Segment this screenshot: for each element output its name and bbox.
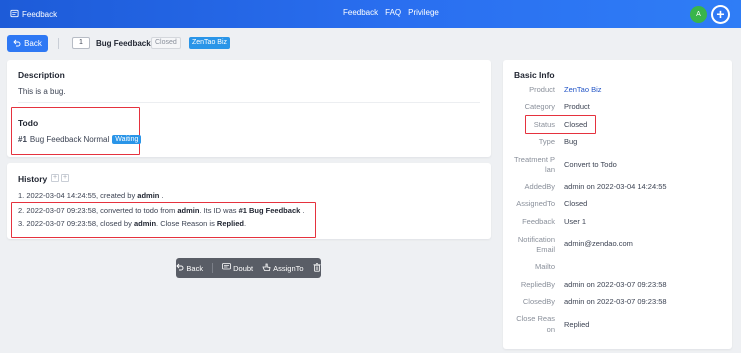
history-extra: Replied (216, 219, 245, 228)
action-back-button[interactable]: Back (176, 263, 203, 273)
history-text: 2022-03-04 14:24:55, created by (26, 191, 136, 200)
info-label: Mailto (534, 262, 555, 271)
info-label: Notification (517, 235, 555, 244)
nav-faq[interactable]: FAQ (385, 8, 401, 20)
info-value: Replied (564, 320, 590, 329)
feedback-icon (10, 9, 19, 20)
history-actor: admin (133, 219, 157, 228)
todo-item[interactable]: #1 Bug Feedback Normal Waiting (18, 135, 142, 144)
info-value: Closed (564, 199, 588, 208)
assign-to-button[interactable]: AssignTo (262, 263, 304, 273)
brand-label: Feedback (22, 9, 58, 19)
info-label: RepliedBy (520, 280, 555, 289)
info-label: Feedback (522, 217, 555, 226)
comment-icon (222, 263, 232, 273)
history-extra: #1 Bug Feedback (238, 206, 301, 215)
brand[interactable]: Feedback (10, 8, 57, 20)
history-text: 2022-03-07 09:23:58, converted to todo f… (26, 206, 176, 215)
history-item: 1. 2022-03-04 14:24:55, created by admin… (18, 191, 164, 200)
info-value: admin on 2022-03-04 14:24:55 (564, 182, 667, 191)
history-end: . (161, 191, 164, 200)
info-value: User 1 (564, 217, 587, 226)
back-arrow-icon (13, 39, 21, 49)
info-label: Status (533, 120, 555, 129)
feedback-id: 1 (72, 37, 90, 49)
info-label-cont: on (546, 325, 555, 334)
user-avatar[interactable]: A (690, 6, 707, 23)
info-value-product[interactable]: ZenTao Biz (564, 85, 602, 94)
delete-button[interactable] (313, 262, 321, 274)
description-title: Description (18, 70, 65, 80)
info-label: Type (538, 137, 555, 146)
todo-priority: Normal (83, 135, 110, 144)
todo-name: Bug Feedback (29, 135, 82, 144)
info-value: admin on 2022-03-07 09:23:58 (564, 280, 667, 289)
plus-icon: + (713, 7, 728, 22)
todo-highlight (11, 107, 140, 155)
back-button-label: Back (24, 39, 42, 48)
back-button[interactable]: Back (7, 35, 48, 52)
info-value: admin@zendao.com (564, 239, 633, 248)
info-label: AddedBy (524, 182, 555, 191)
history-title: History (18, 174, 48, 184)
info-label: Treatment P (514, 155, 555, 164)
history-end: . (302, 206, 305, 215)
info-label: Product (529, 85, 555, 94)
info-label-cont: Email (536, 245, 555, 254)
top-nav: Feedback FAQ Privilege (343, 8, 439, 20)
history-num: 2. (18, 206, 25, 215)
info-label: Close Reas (516, 314, 555, 323)
hand-pointer-icon (262, 263, 271, 273)
product-badge: ZenTao Biz (189, 37, 231, 49)
history-actor: admin (137, 191, 160, 200)
description-text: This is a bug. (18, 87, 66, 96)
toggle-order-icon[interactable]: + (61, 174, 69, 182)
info-label: Category (524, 102, 555, 111)
todo-status-badge: Waiting (112, 135, 142, 144)
status-badge: Closed (151, 37, 181, 49)
back-arrow-icon (176, 263, 184, 273)
todo-title: Todo (18, 118, 39, 128)
history-text-mid: . Its ID was (199, 206, 237, 215)
info-value-status: Closed (564, 120, 588, 129)
info-value: admin on 2022-03-07 09:23:58 (564, 297, 667, 306)
history-num: 3. (18, 219, 25, 228)
header-divider (58, 38, 59, 49)
info-label: AssignedTo (516, 199, 555, 208)
info-label-cont: lan (544, 165, 555, 174)
doubt-button[interactable]: Doubt (222, 263, 253, 273)
history-end: . (244, 219, 247, 228)
create-button[interactable]: + (711, 5, 730, 24)
nav-feedback[interactable]: Feedback (343, 8, 378, 20)
history-text: 2022-03-07 09:23:58, closed by (26, 219, 132, 228)
info-value: Bug (564, 137, 578, 146)
action-back-label: Back (186, 263, 204, 273)
action-toolbar: Back Doubt AssignTo (176, 258, 321, 278)
doubt-label: Doubt (233, 263, 254, 273)
page-title: Bug Feedback (96, 39, 151, 48)
info-label: ClosedBy (522, 297, 555, 306)
basic-info-title: Basic Info (514, 70, 555, 80)
history-num: 1. (18, 191, 25, 200)
info-value: Product (564, 102, 590, 111)
expand-all-icon[interactable]: + (51, 174, 59, 182)
history-item: 2. 2022-03-07 09:23:58, converted to tod… (18, 206, 304, 215)
description-divider (18, 102, 480, 103)
todo-id: #1 (18, 135, 27, 144)
history-item: 3. 2022-03-07 09:23:58, closed by admin.… (18, 219, 246, 228)
top-navbar: Feedback Feedback FAQ Privilege A + (0, 0, 741, 28)
assign-to-label: AssignTo (273, 263, 304, 273)
history-actor: admin (177, 206, 200, 215)
history-tools: + + (51, 174, 69, 182)
history-text-mid: . Close Reason is (156, 219, 215, 228)
nav-privilege[interactable]: Privilege (408, 8, 439, 20)
info-value: Convert to Todo (564, 160, 617, 169)
toolbar-separator (212, 263, 214, 273)
trash-icon (313, 262, 321, 274)
